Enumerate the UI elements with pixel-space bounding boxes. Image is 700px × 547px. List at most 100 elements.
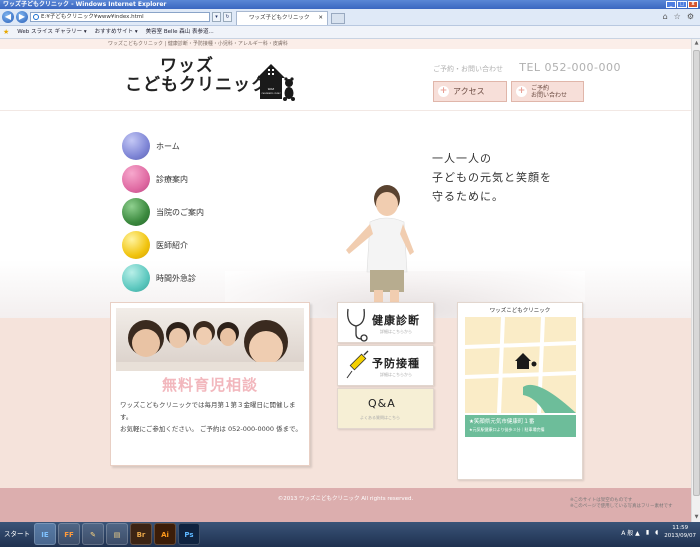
consult-title: 無料育児相談 (161, 376, 258, 394)
map-title: ワッズこどもクリニック (489, 308, 551, 314)
logo-line2: こどもクリニック (125, 75, 269, 95)
favorites-star-icon[interactable]: ☆ (674, 12, 681, 21)
clock-date: 2013/09/07 (664, 533, 696, 539)
reserve-button-label: ご予約 お問い合わせ (531, 85, 567, 99)
nav-item-services[interactable]: 診療案内 (122, 165, 188, 193)
window-title: ワッズ子どもクリニック - Windows Internet Explorer (3, 1, 167, 8)
search-dropdown-button[interactable]: ▾ (212, 12, 221, 22)
reserve-label-line2: お問い合わせ (531, 91, 568, 99)
scroll-up-arrow-icon[interactable]: ▲ (692, 39, 700, 48)
favorite-item-web-slices[interactable]: Web スライス ギャラリー ▾ (17, 26, 86, 38)
nav-ball-icon (122, 198, 150, 226)
vertical-scrollbar[interactable]: ▲ ▼ (691, 39, 700, 522)
home-icon[interactable]: ⌂ (663, 12, 668, 21)
plus-icon: + (516, 86, 527, 97)
contact-line: ご予約・お問い合わせ TEL 052-000-000 (433, 61, 621, 74)
tab-title: ワッズ子どもクリニック (249, 15, 310, 21)
contact-label: ご予約・お問い合わせ (433, 65, 503, 73)
forward-button[interactable]: ▶ (16, 11, 28, 23)
maximize-button[interactable]: □ (677, 1, 687, 8)
scroll-thumb[interactable] (693, 50, 700, 496)
tab-close-icon[interactable]: ✕ (318, 12, 323, 25)
ie-page-icon (33, 14, 39, 20)
address-text: E:¥子どもクリニック¥www¥index.html (41, 14, 144, 20)
volume-icon[interactable]: ◖ (655, 529, 658, 536)
hero-tagline: 一人一人の 子どもの元気と笑顔を 守るために。 (432, 149, 552, 206)
reserve-contact-button[interactable]: + ご予約 お問い合わせ (511, 81, 584, 102)
card-subtitle: よくある質問はこちら (360, 415, 400, 420)
map-card[interactable]: ワッズこどもクリニック ★笑顔県元気市健康町１番 ★元気駅健康口より徒歩３分｜駐… (457, 302, 583, 480)
new-tab-button[interactable] (331, 13, 345, 24)
nav-item-doctors[interactable]: 医師紹介 (122, 231, 188, 259)
consult-desc-line2: お気軽にご参加ください。 ご予約は 052-000-0000 係まで。 (120, 425, 302, 433)
clinic-house-logo-icon: WAZ CHILDREN'S CLINIC (257, 64, 295, 101)
children-group-photo (116, 308, 304, 371)
taskbar-photoshop-icon[interactable]: Ps (178, 523, 200, 545)
logo-sign-line1: WAZ (268, 87, 275, 91)
nav-ball-icon (122, 132, 150, 160)
tools-gear-icon[interactable]: ⚙ (687, 12, 694, 21)
favorites-star-icon[interactable]: ★ (3, 26, 9, 38)
scroll-down-arrow-icon[interactable]: ▼ (692, 513, 700, 522)
nav-label: 時間外急診 (156, 273, 196, 283)
card-title: 健康診断 (372, 314, 420, 327)
nav-label: 診療案内 (156, 174, 188, 184)
nav-ball-icon (122, 165, 150, 193)
network-icon[interactable]: ▮ (646, 529, 649, 536)
access-map[interactable] (465, 317, 576, 413)
map-address: ★笑顔県元気市健康町１番 (469, 419, 535, 425)
taskbar-bridge-icon[interactable]: Br (130, 523, 152, 545)
tagline-line3: 守るために。 (432, 190, 504, 203)
nav-item-after-hours[interactable]: 時間外急診 (122, 264, 196, 292)
favorite-item-suggested[interactable]: おすすめサイト ▾ (95, 26, 138, 38)
nav-ball-icon (122, 231, 150, 259)
nav-label: 当院のご案内 (156, 207, 204, 217)
taskbar-ie-icon[interactable]: IE (34, 523, 56, 545)
breadcrumb: ワッズこどもクリニック | 健康診断・予防接種・小児科・アレルギー科・皮膚科 (0, 39, 691, 49)
access-button-label: アクセス (453, 87, 485, 96)
taskbar-folder-icon[interactable]: ▤ (106, 523, 128, 545)
card-title: 予防接種 (372, 357, 420, 370)
nav-item-home[interactable]: ホーム (122, 132, 180, 160)
address-bar-area: ◀ ▶ E:¥子どもクリニック¥www¥index.html ▾ ↻ ワッズ子ど… (0, 9, 700, 26)
minimize-button[interactable]: _ (666, 1, 676, 8)
card-subtitle: 詳細はこちらから (380, 372, 412, 377)
access-button[interactable]: + アクセス (433, 81, 507, 102)
syringe-icon (346, 350, 369, 379)
consult-description: ワッズこどもクリニックでは毎月第１第３金曜日に開催します。 お気軽にご参加くださ… (120, 399, 306, 435)
card-health-checkup[interactable]: 健康診断 詳細はこちらから (337, 302, 434, 343)
nav-ball-icon (122, 264, 150, 292)
card-qa[interactable]: Q&A よくある質問はこちら (337, 388, 434, 429)
refresh-button[interactable]: ↻ (223, 12, 232, 22)
taskbar-illustrator-icon[interactable]: Ai (154, 523, 176, 545)
close-window-button[interactable]: x (688, 1, 698, 8)
footer-notice: ※このサイトは架空のものです ※このページで使用している写真はフリー素材です (570, 498, 673, 510)
card-vaccination[interactable]: 予防接種 詳細はこちらから (337, 345, 434, 386)
address-input[interactable]: E:¥子どもクリニック¥www¥index.html (30, 12, 210, 22)
nav-label: ホーム (156, 141, 180, 151)
nav-item-about[interactable]: 当院のご案内 (122, 198, 204, 226)
taskbar-firefox-icon[interactable]: FF (58, 523, 80, 545)
clock-time: 11:59 (672, 525, 689, 531)
notice-line2: ※このページで使用している写真はフリー素材です (570, 504, 673, 509)
consult-desc-line1: ワッズこどもクリニックでは毎月第１第３金曜日に開催します。 (120, 401, 296, 421)
back-button[interactable]: ◀ (2, 11, 14, 23)
web-page: ワッズこどもクリニック | 健康診断・予防接種・小児科・アレルギー科・皮膚科 ワ… (0, 39, 691, 522)
card-subtitle: 詳細はこちらから (380, 329, 412, 334)
reserve-label-line1: ご予約 (531, 84, 550, 92)
consult-card[interactable]: 無料育児相談 ワッズこどもクリニックでは毎月第１第３金曜日に開催します。 お気軽… (110, 302, 310, 466)
tab-clinic[interactable]: ワッズ子どもクリニック ✕ (236, 11, 328, 25)
favorite-item-belle[interactable]: 美容室 Belle 森山 表参道... (146, 26, 214, 38)
clock[interactable]: 11:59 2013/09/07 (664, 524, 696, 540)
taskbar-paint-icon[interactable]: ✎ (82, 523, 104, 545)
logo-sign-line2: CHILDREN'S CLINIC (261, 93, 281, 95)
stethoscope-icon (347, 308, 368, 342)
tagline-line1: 一人一人の (432, 152, 492, 165)
taskbar: スタート IE FF ✎ ▤ Br Ai Ps A 般 ▲ ▮ ◖ 11:59 … (0, 522, 700, 547)
clinic-logo[interactable]: ワッズ こどもクリニック (125, 57, 269, 95)
map-address-box: ★笑顔県元気市健康町１番 ★元気駅健康口より徒歩３分｜駐車場完備 (465, 415, 576, 437)
ime-indicator[interactable]: A 般 ▲ (621, 528, 640, 537)
plus-icon: + (438, 86, 449, 97)
logo-line1: ワッズ (160, 56, 214, 76)
start-button[interactable]: スタート (0, 522, 34, 547)
